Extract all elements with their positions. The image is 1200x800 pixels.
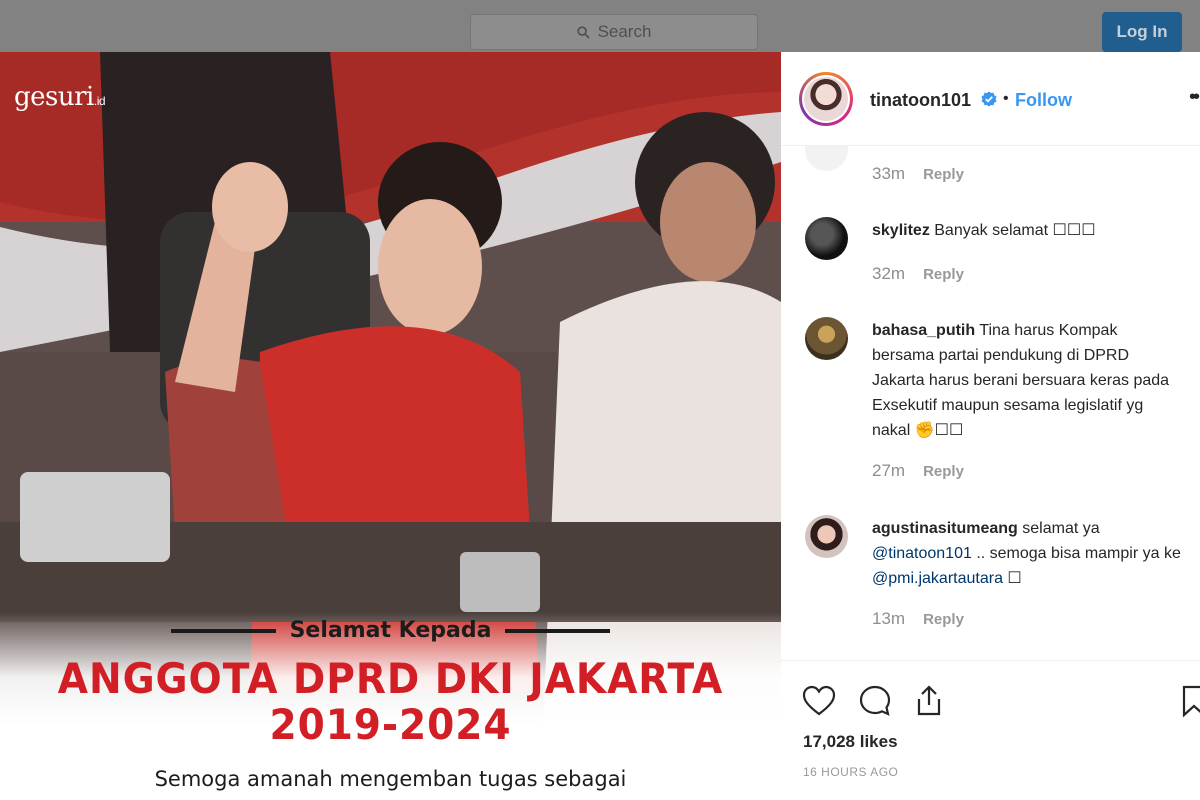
comment-avatar[interactable] [805, 217, 848, 260]
reply-button[interactable]: Reply [923, 166, 964, 183]
verified-badge-icon [981, 91, 997, 107]
comment-body: Banyak selamat ☐☐☐ [929, 222, 1096, 239]
post-username[interactable]: tinatoon101 [870, 90, 971, 111]
search-icon [576, 25, 590, 39]
comment-time: 32m [872, 264, 906, 283]
comment-text: agustinasitumeang selamat ya @tinatoon10… [872, 516, 1182, 591]
comment-body-end: ☐ [1002, 570, 1022, 587]
banner-intro-row: Selamat Kepada [0, 618, 781, 643]
reply-button[interactable]: Reply [923, 463, 964, 480]
avatar-border [802, 75, 850, 123]
comment-icon[interactable] [857, 683, 893, 719]
comment-avatar[interactable] [805, 317, 848, 360]
banner-wish: Semoga amanah mengemban tugas sebagai [154, 767, 627, 791]
comment-body-start: selamat ya [1017, 520, 1100, 537]
headline-line-1: ANGGOTA DPRD DKI JAKARTA [57, 654, 724, 703]
comment-meta: 32m Reply [872, 264, 964, 284]
brand-name: gesuri [14, 82, 94, 112]
comment-meta: 27m Reply [872, 461, 964, 481]
post-side-panel: tinatoon101 • Follow •• 33m Reply skylite… [781, 52, 1200, 800]
comment-username[interactable]: agustinasitumeang [872, 520, 1018, 537]
avatar-image [804, 77, 848, 121]
search-input[interactable]: Search [470, 14, 758, 50]
comment-time: 13m [872, 609, 906, 628]
post-actions: 17,028 likes 16 HOURS AGO [781, 660, 1200, 800]
comment-avatar[interactable] [805, 146, 848, 171]
more-options-icon[interactable]: •• [1189, 86, 1200, 109]
comment-meta: 33m Reply [872, 164, 964, 184]
comment-time: 27m [872, 461, 906, 480]
profile-avatar[interactable] [799, 72, 853, 126]
comment-body: Tina harus Kompak bersama partai penduku… [872, 322, 1170, 439]
reply-button[interactable]: Reply [923, 611, 964, 628]
brand-suffix: .id [93, 94, 106, 108]
comment-time: 33m [872, 164, 906, 183]
comment-avatar[interactable] [805, 515, 848, 558]
login-button[interactable]: Log In [1102, 12, 1182, 52]
comment-text: bahasa_putih Tina harus Kompak bersama p… [872, 318, 1182, 443]
post-photo[interactable]: gesuri.id Selamat Kepada ANGGOTA DPRD DK… [0, 52, 781, 800]
heart-icon[interactable] [801, 683, 837, 719]
mention-link[interactable]: @tinatoon101 [872, 545, 972, 562]
likes-count[interactable]: 17,028 likes [803, 732, 898, 752]
share-icon[interactable] [911, 683, 947, 719]
top-navigation-bar: Search Log In [0, 0, 1200, 52]
comment-username[interactable]: bahasa_putih [872, 322, 975, 339]
post-timestamp: 16 HOURS AGO [803, 765, 899, 779]
headline-line-2: 2019-2024 [269, 700, 512, 749]
follow-button[interactable]: Follow [1015, 90, 1072, 111]
bookmark-icon[interactable] [1179, 683, 1200, 719]
banner-rule-right [505, 628, 611, 633]
comment-meta: 13m Reply [872, 609, 964, 629]
search-placeholder: Search [597, 22, 652, 41]
comment-body-mid: .. semoga bisa mampir ya ke [971, 545, 1181, 562]
banner-headline: ANGGOTA DPRD DKI JAKARTA 2019-2024 [27, 656, 753, 748]
post-header: tinatoon101 • Follow •• [781, 52, 1200, 146]
comments-list: 33m Reply skylitez Banyak selamat ☐☐☐ 32m… [781, 146, 1200, 660]
brand-watermark: gesuri.id [14, 82, 106, 112]
comment-text: skylitez Banyak selamat ☐☐☐ [872, 218, 1182, 243]
reply-button[interactable]: Reply [923, 266, 964, 283]
banner-intro: Selamat Kepada [289, 618, 492, 643]
comment-username[interactable]: skylitez [872, 222, 930, 239]
header-separator: • [1003, 90, 1009, 107]
banner-rule-left [170, 628, 276, 633]
mention-link[interactable]: @pmi.jakartautara [872, 570, 1003, 587]
